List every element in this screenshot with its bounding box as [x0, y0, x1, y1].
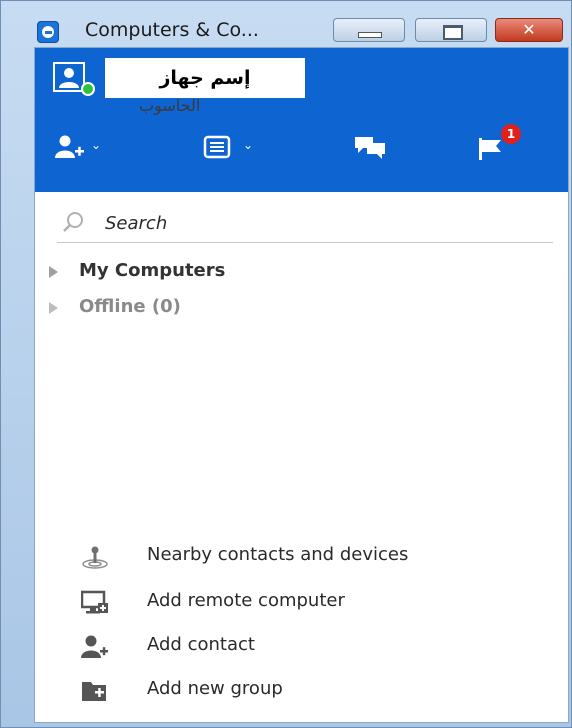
chat-icon — [355, 137, 385, 159]
action-label: Nearby contacts and devices — [147, 544, 409, 565]
add-contact-icon — [81, 635, 108, 658]
add-contact-link[interactable]: Add contact — [81, 632, 521, 664]
add-computer-icon — [81, 590, 108, 614]
group-label: Offline (0) — [79, 296, 181, 317]
add-remote-computer-link[interactable]: Add remote computer — [81, 588, 521, 620]
close-button[interactable]: ✕ — [495, 18, 563, 42]
expand-arrow-icon[interactable] — [49, 266, 58, 278]
device-name-subtitle: الحاسوب — [139, 96, 201, 115]
account-header: إسم جهاز الحاسوب ⌄ ⌄ 1 — [35, 48, 568, 192]
search-bar[interactable] — [57, 206, 553, 243]
action-label: Add new group — [147, 678, 283, 699]
online-status-indicator — [81, 82, 95, 96]
view-options-button[interactable]: ⌄ — [203, 134, 263, 162]
minimize-button[interactable] — [333, 18, 405, 42]
window-title: Computers & Co... — [85, 19, 259, 41]
app-window: Computers & Co... ✕ إسم جهاز الحاسوب ⌄ ⌄… — [0, 0, 572, 728]
add-new-group-link[interactable]: Add new group — [81, 676, 521, 708]
search-input[interactable] — [105, 210, 545, 236]
expand-arrow-icon[interactable] — [49, 302, 58, 314]
device-name[interactable]: إسم جهاز — [105, 58, 305, 98]
computers-contacts-panel: إسم جهاز الحاسوب ⌄ ⌄ 1 Search My Compute… — [34, 47, 569, 723]
list-view-icon — [203, 135, 231, 159]
nearby-icon — [82, 546, 108, 569]
nearby-contacts-link[interactable]: Nearby contacts and devices — [81, 542, 521, 574]
search-icon — [63, 212, 83, 232]
maximize-button[interactable] — [415, 18, 487, 42]
teamviewer-logo-icon — [37, 21, 59, 43]
close-icon: ✕ — [522, 20, 536, 39]
chevron-down-icon: ⌄ — [91, 138, 102, 152]
user-silhouette-icon — [59, 68, 79, 88]
title-bar[interactable]: Computers & Co... ✕ — [1, 1, 571, 45]
chevron-down-icon: ⌄ — [243, 138, 254, 152]
add-contact-menu-button[interactable]: ⌄ — [55, 134, 105, 162]
add-contact-icon — [55, 135, 84, 158]
chat-button[interactable] — [353, 134, 393, 162]
group-label: My Computers — [79, 260, 226, 281]
notification-badge: 1 — [501, 124, 521, 144]
action-label: Add contact — [147, 634, 255, 655]
add-group-icon — [82, 682, 106, 701]
action-label: Add remote computer — [147, 590, 345, 611]
